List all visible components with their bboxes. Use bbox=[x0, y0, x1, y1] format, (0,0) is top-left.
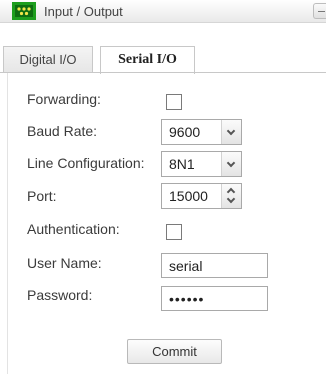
chevron-down-icon bbox=[226, 126, 236, 136]
line-configuration-value: 8N1 bbox=[169, 156, 195, 172]
tab-serial-io[interactable]: Serial I/O bbox=[100, 46, 195, 74]
password-input[interactable] bbox=[161, 286, 268, 311]
baud-rate-select[interactable]: 9600 bbox=[161, 119, 242, 145]
authentication-label: Authentication: bbox=[27, 221, 120, 237]
io-panel: Input / Output Digital I/O Serial I/O Fo… bbox=[0, 0, 326, 374]
spin-up-button[interactable] bbox=[222, 184, 241, 197]
user-name-label: User Name: bbox=[27, 255, 102, 271]
port-value: 15000 bbox=[169, 188, 208, 204]
collapse-icon[interactable] bbox=[313, 3, 326, 19]
serial-io-form: Forwarding: Baud Rate: 9600 Line Configu… bbox=[0, 73, 326, 374]
baud-rate-value: 9600 bbox=[169, 124, 201, 140]
chevron-down-icon bbox=[226, 194, 236, 204]
line-configuration-dropdown-button[interactable] bbox=[221, 152, 241, 176]
baud-rate-label: Baud Rate: bbox=[27, 123, 98, 139]
panel-title: Input / Output bbox=[44, 4, 123, 19]
forwarding-label: Forwarding: bbox=[27, 91, 101, 107]
io-connector-icon bbox=[12, 2, 36, 20]
user-name-input[interactable] bbox=[161, 253, 268, 278]
forwarding-checkbox[interactable] bbox=[166, 94, 182, 110]
panel-header: Input / Output bbox=[0, 0, 326, 23]
line-configuration-label: Line Configuration: bbox=[27, 155, 145, 171]
chevron-down-icon bbox=[226, 158, 236, 168]
content-border bbox=[7, 73, 8, 374]
tab-bar: Digital I/O Serial I/O bbox=[0, 23, 326, 74]
line-configuration-select[interactable]: 8N1 bbox=[161, 151, 242, 177]
spin-down-button[interactable] bbox=[222, 194, 241, 208]
port-label: Port: bbox=[27, 188, 57, 204]
password-label: Password: bbox=[27, 287, 93, 303]
baud-rate-dropdown-button[interactable] bbox=[221, 120, 241, 144]
authentication-checkbox[interactable] bbox=[166, 224, 182, 240]
commit-button[interactable]: Commit bbox=[127, 339, 222, 364]
port-spinner[interactable]: 15000 bbox=[161, 183, 242, 209]
port-spin-buttons bbox=[221, 184, 241, 208]
tab-digital-io[interactable]: Digital I/O bbox=[3, 46, 93, 73]
